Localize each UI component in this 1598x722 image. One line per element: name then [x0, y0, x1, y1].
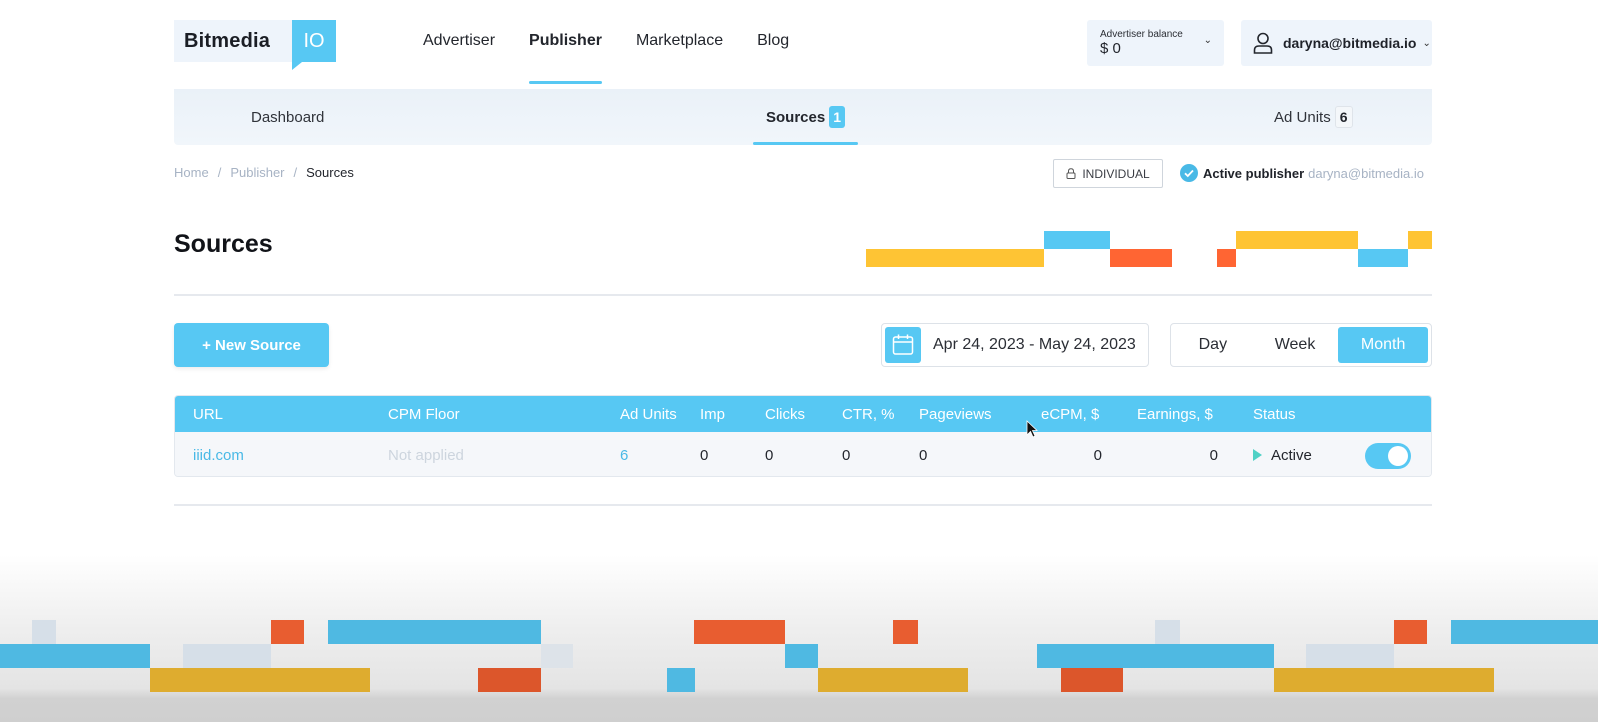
earnings-value: 0: [1209, 446, 1218, 464]
account-menu[interactable]: daryna@bitmedia.io ⌄: [1241, 20, 1432, 66]
clicks-value: 0: [765, 446, 774, 464]
deco-block: [866, 249, 1044, 267]
status-cell: Active: [1253, 432, 1312, 476]
breadcrumb-sources: Sources: [306, 165, 354, 180]
mouse-cursor-icon: [1026, 420, 1038, 438]
column-header-ctr[interactable]: CTR, %: [842, 396, 895, 432]
tab-ad-units[interactable]: Ad Units 6: [1274, 89, 1353, 145]
deco-block: [1358, 249, 1408, 267]
publisher-status-label: Active publisher: [1203, 165, 1305, 181]
logo-io-badge: IO: [292, 20, 336, 70]
breadcrumb-separator: /: [217, 165, 222, 180]
section-divider: [174, 504, 1432, 506]
period-month-button[interactable]: Month: [1338, 327, 1428, 363]
chevron-down-icon: ⌄: [1203, 35, 1212, 46]
publisher-email: daryna@bitmedia.io: [1308, 165, 1424, 181]
deco-block: [1044, 231, 1110, 249]
breadcrumb-separator: /: [293, 165, 298, 180]
advertiser-balance-dropdown[interactable]: Advertiser balance $ 0 ⌄: [1087, 20, 1224, 66]
publisher-subnav: Dashboard Sources 1 Ad Units 6: [174, 89, 1432, 145]
cpm-floor-value: Not applied: [388, 446, 464, 464]
tab-label: Ad Units: [1274, 108, 1331, 126]
sources-table: URL CPM Floor Ad Units Imp Clicks CTR, %…: [174, 395, 1432, 477]
deco-block: [1408, 231, 1432, 249]
deco-block: [1217, 249, 1236, 267]
deco-block: [1110, 249, 1172, 267]
source-enabled-toggle[interactable]: [1365, 443, 1411, 469]
ecpm-value: 0: [1093, 446, 1102, 464]
source-url-link[interactable]: iiid.com: [193, 432, 244, 476]
page-title: Sources: [174, 230, 273, 258]
column-header-ecpm[interactable]: eCPM, $: [1041, 396, 1099, 432]
account-type-button[interactable]: INDIVIDUAL: [1053, 159, 1163, 188]
nav-marketplace[interactable]: Marketplace: [636, 32, 723, 50]
account-type-label: INDIVIDUAL: [1082, 166, 1150, 181]
imp-value: 0: [700, 446, 709, 464]
main-nav: Advertiser Publisher Marketplace Blog: [423, 32, 823, 84]
lock-icon: [1066, 168, 1076, 179]
period-selector: Day Week Month: [1170, 323, 1432, 367]
column-header-clicks[interactable]: Clicks: [765, 396, 805, 432]
user-icon: [1253, 32, 1273, 54]
bitmedia-logo[interactable]: Bitmedia IO: [174, 20, 336, 70]
chevron-down-icon: ⌄: [1422, 37, 1431, 49]
table-row: iiid.com Not applied 6 0 0 0 0 0 0 Activ…: [175, 432, 1431, 476]
breadcrumb: Home / Publisher / Sources: [174, 165, 354, 180]
date-range-value: Apr 24, 2023 - May 24, 2023: [933, 336, 1136, 353]
period-week-button[interactable]: Week: [1252, 327, 1339, 363]
check-circle-icon: [1180, 164, 1198, 182]
tab-label: Sources: [766, 108, 826, 126]
footer-background: [0, 555, 1598, 722]
deco-block: [1236, 231, 1358, 249]
column-header-status[interactable]: Status: [1253, 396, 1296, 432]
status-label: Active: [1271, 446, 1312, 464]
breadcrumb-publisher[interactable]: Publisher: [230, 165, 284, 180]
nav-publisher[interactable]: Publisher: [529, 32, 602, 84]
ctr-value: 0: [842, 446, 851, 464]
date-range-picker[interactable]: Apr 24, 2023 - May 24, 2023: [881, 323, 1149, 367]
period-day-button[interactable]: Day: [1174, 327, 1252, 363]
ad-units-link[interactable]: 6: [620, 432, 628, 476]
tab-dashboard[interactable]: Dashboard: [251, 89, 324, 145]
account-email: daryna@bitmedia.io: [1283, 35, 1417, 51]
column-header-imp[interactable]: Imp: [700, 396, 725, 432]
tab-sources[interactable]: Sources 1: [753, 89, 858, 145]
publisher-status: Active publisher daryna@bitmedia.io: [1180, 164, 1424, 182]
column-header-pageviews[interactable]: Pageviews: [919, 396, 992, 432]
nav-advertiser[interactable]: Advertiser: [423, 32, 495, 50]
sources-count-badge: 1: [829, 106, 845, 128]
section-divider: [174, 294, 1432, 296]
column-header-ad-units[interactable]: Ad Units: [620, 396, 677, 432]
table-header: URL CPM Floor Ad Units Imp Clicks CTR, %…: [175, 396, 1431, 432]
toggle-knob: [1388, 446, 1408, 466]
column-header-url[interactable]: URL: [193, 396, 223, 432]
calendar-icon: [885, 327, 921, 363]
ad-units-count-badge: 6: [1334, 106, 1353, 128]
top-header: Bitmedia IO Advertiser Publisher Marketp…: [0, 0, 1598, 88]
column-header-earnings[interactable]: Earnings, $: [1137, 396, 1213, 432]
breadcrumb-home[interactable]: Home: [174, 165, 209, 180]
nav-blog[interactable]: Blog: [757, 32, 789, 50]
pageviews-value: 0: [919, 446, 928, 464]
new-source-button[interactable]: + New Source: [174, 323, 329, 367]
tab-label: Dashboard: [251, 108, 325, 126]
play-icon: [1253, 449, 1262, 461]
logo-wordmark: Bitmedia: [174, 20, 292, 62]
column-header-cpm-floor[interactable]: CPM Floor: [388, 396, 460, 432]
